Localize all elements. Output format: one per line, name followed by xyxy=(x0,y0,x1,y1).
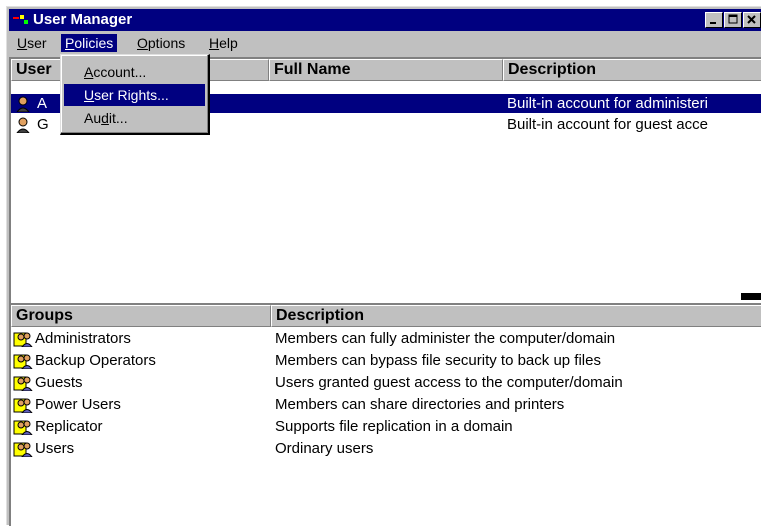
group-row[interactable]: Power Users Members can share directorie… xyxy=(11,395,761,414)
group-name: Backup Operators xyxy=(35,352,156,369)
group-name: Power Users xyxy=(35,396,121,413)
menu-options[interactable]: Options xyxy=(133,34,189,52)
menu-item-audit[interactable]: Audit... xyxy=(64,107,205,129)
group-description: Users granted guest access to the comput… xyxy=(275,374,623,391)
user-manager-icon xyxy=(13,15,28,24)
group-name: Administrators xyxy=(35,330,131,347)
menu-help[interactable]: Help xyxy=(205,34,242,52)
group-row[interactable]: Replicator Supports file replication in … xyxy=(11,417,761,436)
user-icon xyxy=(16,117,30,133)
group-description: Supports file replication in a domain xyxy=(275,418,513,435)
groups-pane: Groups Description Administrators Member… xyxy=(9,303,761,526)
group-row[interactable]: Backup Operators Members can bypass file… xyxy=(11,351,761,370)
header-fullname[interactable]: Full Name xyxy=(269,59,503,81)
menu-item-user-rights[interactable]: User Rights... xyxy=(64,84,205,106)
menu-user[interactable]: User xyxy=(13,34,51,52)
group-name: Users xyxy=(35,440,75,457)
group-icon xyxy=(13,442,33,457)
header-user-description[interactable]: Description xyxy=(503,59,761,81)
maximize-icon xyxy=(728,14,738,24)
minimize-button[interactable] xyxy=(705,12,723,28)
user-name: A xyxy=(37,95,48,112)
menu-bar: User Policies Options Help xyxy=(9,32,761,54)
group-description: Members can bypass file security to back… xyxy=(275,352,601,369)
menu-item-account[interactable]: Account... xyxy=(64,61,205,83)
group-row[interactable]: Guests Users granted guest access to the… xyxy=(11,373,761,392)
close-icon xyxy=(747,15,756,24)
title-bar[interactable]: User Manager xyxy=(9,9,761,31)
group-icon xyxy=(13,354,33,369)
group-name: Replicator xyxy=(35,418,103,435)
group-row[interactable]: Users Ordinary users xyxy=(11,439,761,458)
header-groups[interactable]: Groups xyxy=(11,305,271,327)
user-name: G xyxy=(37,116,49,133)
group-description: Members can fully administer the compute… xyxy=(275,330,616,347)
group-icon xyxy=(13,420,33,435)
close-button[interactable] xyxy=(743,12,761,28)
group-description: Ordinary users xyxy=(275,440,374,457)
group-icon xyxy=(13,398,33,413)
maximize-button[interactable] xyxy=(724,12,742,28)
group-icon xyxy=(13,332,33,347)
group-description: Members can share directories and printe… xyxy=(275,396,565,413)
user-description: Built-in account for guest acce xyxy=(507,116,708,133)
minimize-icon xyxy=(710,22,716,24)
group-icon xyxy=(13,376,33,391)
group-row[interactable]: Administrators Members can fully adminis… xyxy=(11,329,761,348)
scrollbar[interactable] xyxy=(741,293,761,300)
window-title: User Manager xyxy=(33,11,133,28)
user-description: Built-in account for administeri xyxy=(507,95,708,112)
group-name: Guests xyxy=(35,374,83,391)
user-icon xyxy=(16,96,30,112)
policies-menu: Account... User Rights... Audit... xyxy=(60,54,210,135)
menu-policies[interactable]: Policies xyxy=(61,34,118,52)
header-group-description[interactable]: Description xyxy=(271,305,761,327)
